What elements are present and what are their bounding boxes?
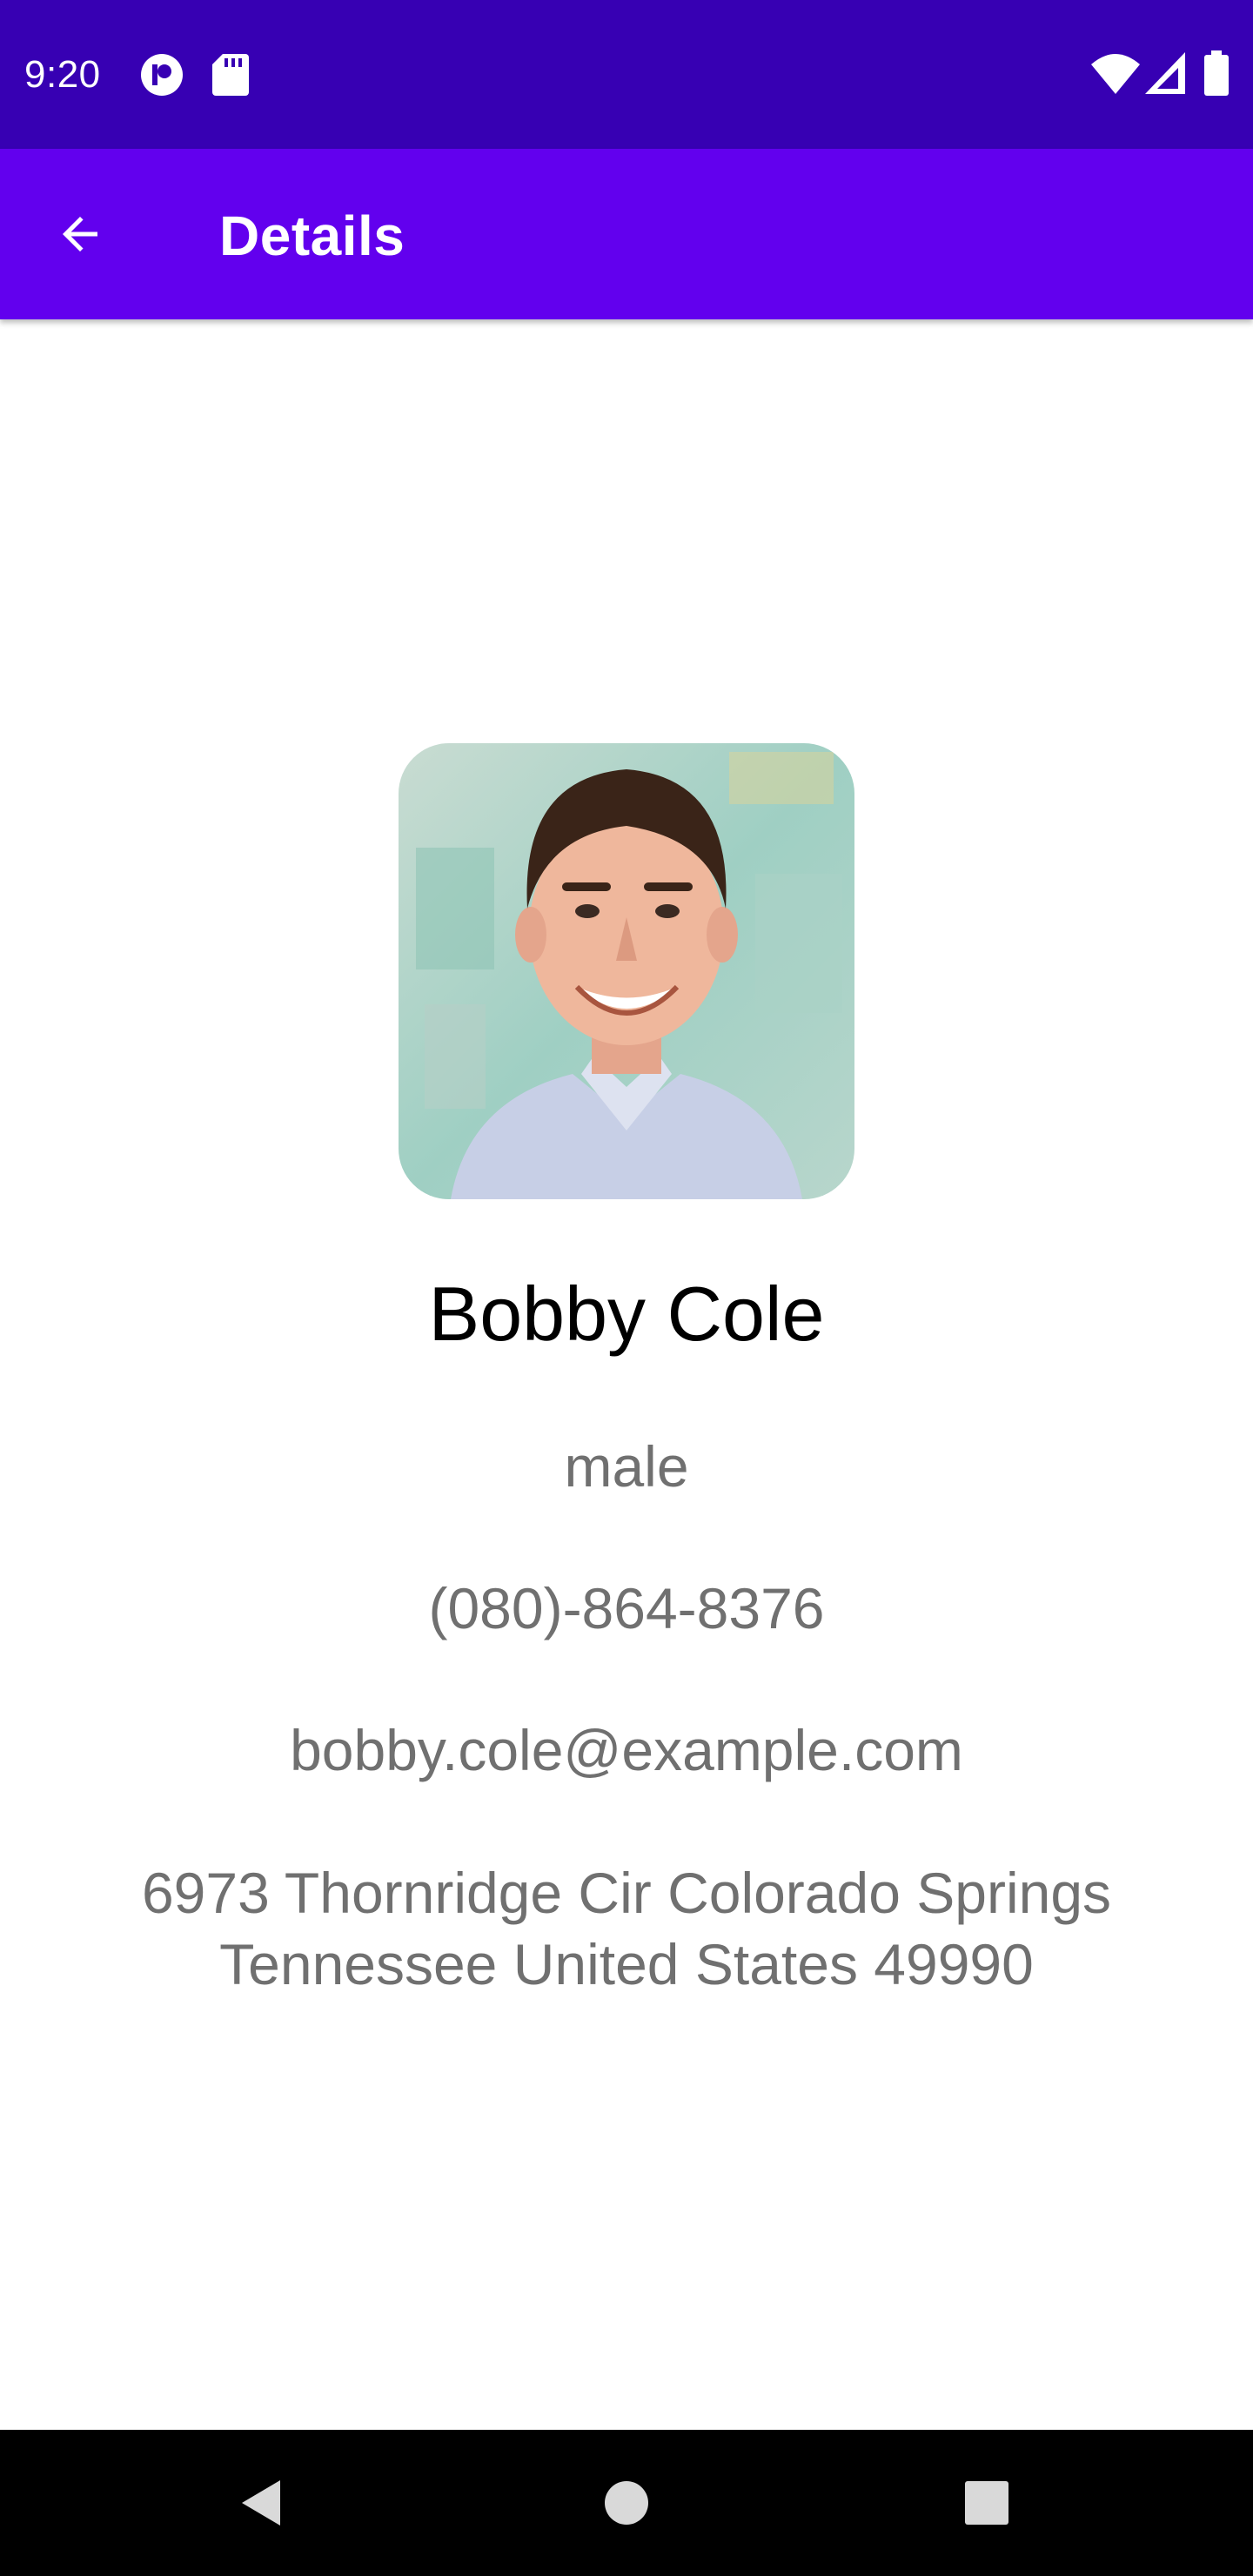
app-bar: Details [0, 149, 1253, 319]
contact-gender: male [564, 1434, 689, 1499]
contact-phone: (080)-864-8376 [428, 1576, 825, 1640]
profile-photo [399, 743, 854, 1199]
page-title: Details [219, 205, 405, 267]
wifi-icon [1091, 54, 1140, 94]
nav-recents-button[interactable] [941, 2458, 1032, 2548]
battery-icon [1204, 50, 1229, 96]
status-bar: 9:20 [0, 0, 1253, 149]
avatar [399, 743, 854, 1199]
cell-signal-icon [1145, 52, 1185, 94]
sd-card-icon [212, 54, 249, 96]
back-triangle-icon [242, 2480, 280, 2526]
status-time: 9:20 [24, 53, 101, 96]
contact-name: Bobby Cole [428, 1271, 825, 1357]
arrow-back-icon [63, 217, 97, 252]
home-circle-icon [605, 2481, 648, 2525]
nav-back-button[interactable] [216, 2458, 306, 2548]
navigation-bar [0, 2430, 1253, 2576]
back-button[interactable] [35, 189, 125, 279]
contact-address: 6973 Thornridge Cir Colorado Springs Ten… [141, 1861, 1112, 1996]
nav-home-button[interactable] [581, 2458, 672, 2548]
recents-square-icon [965, 2481, 1008, 2525]
record-icon [141, 54, 183, 96]
contact-email: bobby.cole@example.com [290, 1718, 963, 1782]
